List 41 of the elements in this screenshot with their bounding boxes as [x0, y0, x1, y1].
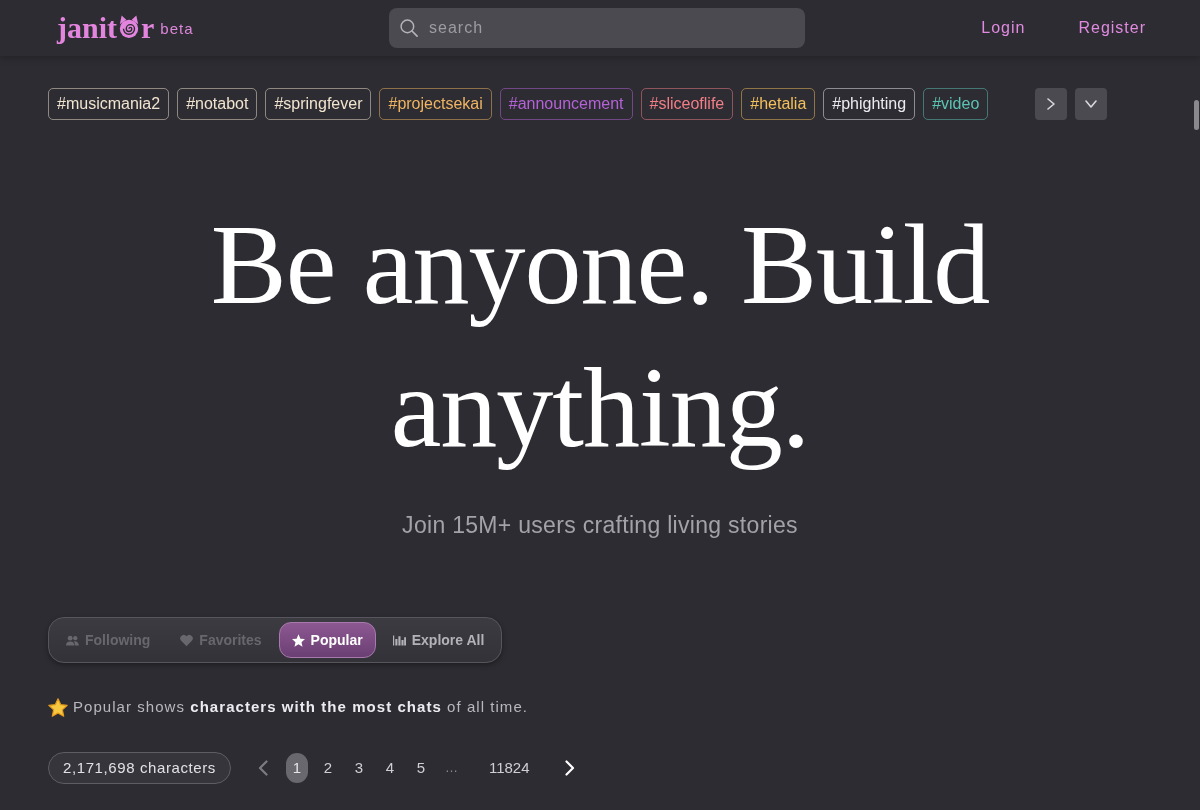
hero-subtitle: Join 15M+ users crafting living stories — [401, 511, 799, 540]
logo-text[interactable]: janit — [57, 13, 117, 43]
nav-link[interactable]: Register — [1066, 10, 1158, 46]
chevron-right-icon[interactable] — [1045, 98, 1057, 110]
nav-link[interactable]: Login — [969, 10, 1038, 46]
page-button[interactable]: 3 — [347, 753, 370, 783]
page-button[interactable]: 4 — [378, 753, 401, 783]
tag-chip[interactable]: #notabot — [177, 88, 258, 120]
logo-text[interactable]: r — [141, 13, 155, 43]
star-icon — [291, 633, 305, 647]
character-count: 2,171,698 characters — [48, 752, 231, 784]
filter-tab[interactable]: Explore All — [379, 622, 498, 658]
tag-chip[interactable]: #projectsekai — [379, 88, 492, 120]
expand-button[interactable] — [1075, 88, 1107, 120]
page-button[interactable]: 1 — [285, 753, 308, 783]
star-emoji-icon — [48, 697, 68, 717]
tag-chip[interactable]: #musicmania2 — [48, 88, 170, 120]
info-text: Popular shows characters with the most chats of all time. — [73, 697, 529, 717]
page-button[interactable]: 11824 — [484, 753, 534, 783]
tag-chip[interactable]: #sliceoflife — [640, 88, 734, 120]
chevron-down-icon[interactable] — [1085, 98, 1097, 110]
bar-chart-icon — [392, 633, 406, 647]
tag-chip[interactable]: #hetalia — [741, 88, 816, 120]
tag-chip[interactable]: #video — [923, 88, 989, 120]
scrollbar-thumb[interactable] — [1194, 100, 1199, 130]
people-icon — [66, 633, 79, 647]
page-button[interactable]: 5 — [409, 753, 432, 783]
page-button[interactable]: 2 — [316, 753, 339, 783]
beta-label: beta — [160, 18, 194, 39]
heart-icon — [180, 633, 194, 647]
chevron-right-icon[interactable] — [564, 760, 575, 776]
search-field[interactable]: search — [389, 8, 805, 48]
tag-chip[interactable]: #phighting — [823, 88, 916, 120]
tag-chip[interactable]: #announcement — [499, 88, 633, 120]
search-icon — [400, 19, 418, 37]
filter-tab[interactable]: Popular — [278, 622, 376, 658]
cat-spiral-icon[interactable] — [118, 13, 140, 39]
page-ellipsis: … — [443, 759, 459, 778]
hero-heading: Be anyone. Build anything. — [209, 200, 991, 473]
tag-chip[interactable]: #springfever — [265, 88, 372, 120]
scroll-right-button[interactable] — [1035, 88, 1067, 120]
